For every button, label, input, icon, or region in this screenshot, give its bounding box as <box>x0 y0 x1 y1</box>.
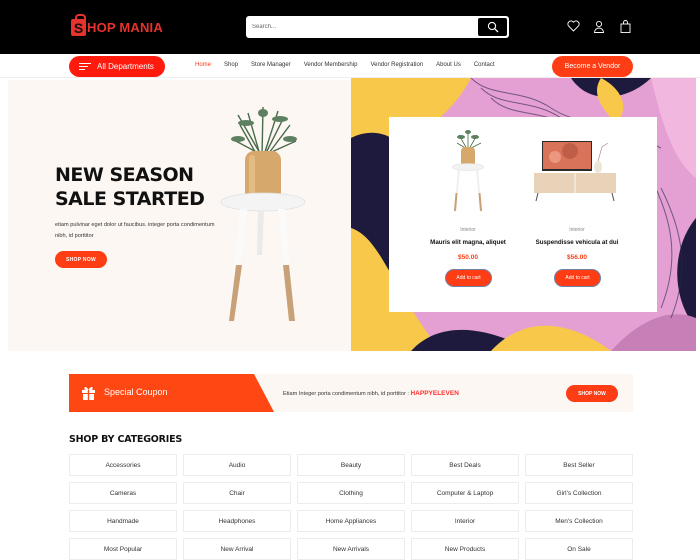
search-input[interactable] <box>252 19 472 35</box>
category-item[interactable]: Beauty <box>297 454 405 476</box>
categories-heading: SHOP BY CATEGORIES <box>69 434 183 445</box>
search-icon <box>487 21 498 33</box>
product-name[interactable]: Suspendisse vehicula at dui <box>510 239 644 246</box>
product-category: Interior <box>569 227 585 233</box>
add-to-cart-button[interactable]: Add to cart <box>446 270 491 286</box>
logo[interactable]: S HOP MANIA <box>71 13 163 37</box>
user-icon <box>594 20 604 33</box>
category-item[interactable]: Girl's Collection <box>525 482 633 504</box>
coupon-shop-now-button[interactable]: SHOP NOW <box>566 385 618 402</box>
hero-description: etiam pulvinar eget dolor ut faucibus. i… <box>55 222 215 239</box>
search-bar <box>246 16 509 38</box>
category-item[interactable]: On Sale <box>525 538 633 560</box>
category-item[interactable]: New Arrival <box>183 538 291 560</box>
category-item[interactable]: Accessories <box>69 454 177 476</box>
category-item[interactable]: Most Popular <box>69 538 177 560</box>
nav-link-home[interactable]: Home <box>195 62 211 68</box>
nav-link-store-manager[interactable]: Store Manager <box>251 62 291 68</box>
category-item[interactable]: Cameras <box>69 482 177 504</box>
menu-icon <box>79 63 91 70</box>
category-item[interactable]: Computer & Laptop <box>411 482 519 504</box>
stool-with-plant-image <box>220 106 306 321</box>
product-price: $56.00 <box>567 254 587 261</box>
featured-products-card: Interior Mauris elit magna, aliquet $50.… <box>389 117 657 312</box>
category-item[interactable]: New Products <box>411 538 519 560</box>
coupon-title: Special Coupon <box>104 387 168 397</box>
category-item[interactable]: Audio <box>183 454 291 476</box>
logo-text: HOP MANIA <box>87 19 163 35</box>
category-item[interactable]: Home Appliances <box>297 510 405 532</box>
coupon-label-block <box>69 374 274 412</box>
category-item[interactable]: Headphones <box>183 510 291 532</box>
hero-shop-now-button[interactable]: SHOP NOW <box>55 251 107 268</box>
become-vendor-button[interactable]: Become a Vendor <box>552 56 633 77</box>
categories-grid: Accessories Audio Beauty Best Deals Best… <box>69 454 633 560</box>
shopping-bag-icon <box>620 19 630 33</box>
product-card[interactable]: Interior Suspendisse vehicula at dui $56… <box>510 117 644 312</box>
shopping-bag-logo-icon: S <box>71 13 86 36</box>
category-item[interactable]: Handmade <box>69 510 177 532</box>
main-navigation: All Departments Home Shop Store Manager … <box>0 54 700 78</box>
add-to-cart-button[interactable]: Add to cart <box>555 270 600 286</box>
hero-title: NEW SEASON SALE STARTED <box>55 164 205 210</box>
nav-link-shop[interactable]: Shop <box>224 62 238 68</box>
all-departments-label: All Departments <box>97 62 154 71</box>
wishlist-button[interactable] <box>566 18 580 34</box>
heart-icon <box>566 20 580 32</box>
category-item[interactable]: Clothing <box>297 482 405 504</box>
nav-link-about-us[interactable]: About Us <box>436 62 461 68</box>
product-image-tv-stand <box>534 141 616 202</box>
all-departments-button[interactable]: All Departments <box>69 56 165 77</box>
coupon-description: Etiam Integer porta condimentum nibh, id… <box>283 391 411 397</box>
special-coupon-banner: Special Coupon Etiam Integer porta condi… <box>69 374 633 412</box>
account-button[interactable] <box>592 18 606 34</box>
nav-link-contact[interactable]: Contact <box>474 62 495 68</box>
category-item[interactable]: Best Deals <box>411 454 519 476</box>
category-item[interactable]: Men's Collection <box>525 510 633 532</box>
cart-button[interactable] <box>618 18 632 34</box>
category-item[interactable]: Interior <box>411 510 519 532</box>
category-item[interactable]: Best Seller <box>525 454 633 476</box>
coupon-text: Etiam Integer porta condimentum nibh, id… <box>283 390 459 397</box>
category-item[interactable]: Chair <box>183 482 291 504</box>
category-item[interactable]: New Arrivals <box>297 538 405 560</box>
coupon-code: HAPPYELEVEN <box>410 390 459 397</box>
search-button[interactable] <box>478 18 507 36</box>
nav-link-vendor-membership[interactable]: Vendor Membership <box>304 62 358 68</box>
top-header: S HOP MANIA <box>0 0 700 54</box>
nav-link-vendor-registration[interactable]: Vendor Registration <box>370 62 423 68</box>
gift-icon <box>82 386 95 400</box>
